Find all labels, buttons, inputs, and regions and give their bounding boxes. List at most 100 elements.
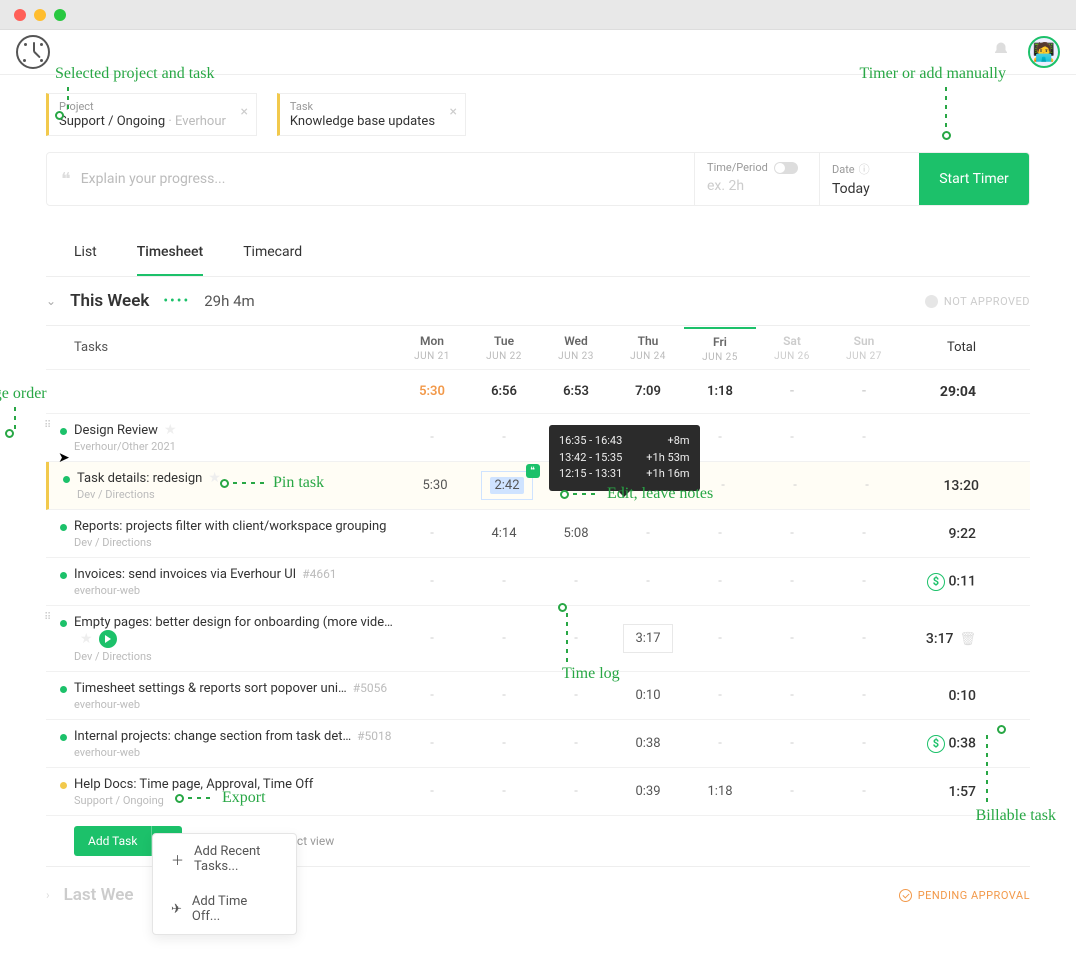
- collapse-week-icon[interactable]: ⌄: [46, 294, 56, 308]
- dropdown-add-recent[interactable]: ＋ Add Recent Tasks...: [153, 834, 296, 884]
- task-row[interactable]: Reports: projects filter with client/wor…: [46, 510, 396, 557]
- task-row[interactable]: Help Docs: Time page, Approval, Time Off…: [46, 768, 396, 815]
- window-maximize-dot[interactable]: [54, 9, 66, 21]
- time-cell[interactable]: -: [540, 688, 612, 703]
- time-cell[interactable]: -: [468, 430, 540, 445]
- time-cell[interactable]: -: [468, 631, 540, 646]
- progress-input[interactable]: ❝ Explain your progress...: [47, 153, 694, 205]
- time-cell[interactable]: -: [684, 736, 756, 751]
- time-period-field[interactable]: Time/Period ex. 2h: [694, 153, 819, 205]
- time-cell[interactable]: 5:08: [540, 526, 612, 541]
- sum-wed: 6:53: [540, 384, 612, 399]
- project-chip-close-icon[interactable]: ×: [240, 104, 247, 120]
- time-cell[interactable]: -: [396, 574, 468, 589]
- time-cell[interactable]: -: [684, 526, 756, 541]
- time-cell[interactable]: -: [756, 688, 828, 703]
- task-row[interactable]: ⠿Design Review★Everhour/Other 2021➤: [46, 414, 396, 461]
- time-cell[interactable]: -: [756, 574, 828, 589]
- time-cell[interactable]: -: [759, 478, 831, 493]
- task-sub: everhour-web: [74, 746, 396, 759]
- time-cell[interactable]: -: [540, 631, 612, 646]
- project-chip[interactable]: Project Support / Ongoing · Everhour ×: [46, 93, 257, 136]
- time-cell[interactable]: -: [540, 736, 612, 751]
- star-icon[interactable]: ★: [80, 631, 93, 647]
- star-icon[interactable]: ★: [208, 470, 221, 486]
- date-field[interactable]: Dateⓘ Today: [819, 153, 919, 205]
- time-cell[interactable]: 2:42❝: [471, 471, 543, 500]
- time-cell[interactable]: 0:39: [612, 784, 684, 799]
- sum-sat: -: [756, 384, 828, 399]
- task-name: Internal projects: change section from t…: [74, 729, 351, 744]
- dropdown-add-timeoff[interactable]: ✈ Add Time Off...: [153, 884, 296, 934]
- time-cell[interactable]: 5:30: [399, 478, 471, 493]
- time-cell[interactable]: -: [756, 430, 828, 445]
- start-timer-button[interactable]: Start Timer: [919, 153, 1029, 205]
- drag-handle-icon[interactable]: ⠿: [44, 424, 52, 428]
- time-cell[interactable]: -: [828, 688, 900, 703]
- time-cell[interactable]: 0:38: [612, 736, 684, 751]
- tab-list[interactable]: List: [74, 230, 97, 276]
- time-cell[interactable]: 3:17: [612, 624, 684, 653]
- week-total: 29h 4m: [204, 292, 254, 310]
- tab-timecard[interactable]: Timecard: [243, 230, 302, 276]
- time-cell[interactable]: -: [828, 784, 900, 799]
- time-cell[interactable]: -: [540, 784, 612, 799]
- time-cell[interactable]: -: [684, 574, 756, 589]
- trash-icon[interactable]: 🗑: [959, 632, 976, 647]
- drag-handle-icon[interactable]: ⠿: [44, 616, 52, 620]
- time-cell[interactable]: -: [468, 688, 540, 703]
- column-thu: ThuJUN 24: [612, 328, 684, 368]
- note-indicator-icon[interactable]: ❝: [526, 464, 540, 478]
- time-cell[interactable]: -: [396, 631, 468, 646]
- task-row[interactable]: Timesheet settings & reports sort popove…: [46, 672, 396, 719]
- time-cell[interactable]: -: [828, 526, 900, 541]
- time-cell[interactable]: -: [396, 688, 468, 703]
- task-row[interactable]: ⠿Empty pages: better design for onboardi…: [46, 606, 396, 671]
- time-cell[interactable]: -: [396, 526, 468, 541]
- time-cell[interactable]: -: [828, 574, 900, 589]
- annotation-change-order: Change order: [0, 385, 47, 403]
- time-cell[interactable]: -: [831, 478, 903, 493]
- app-logo[interactable]: [16, 35, 50, 69]
- time-cell[interactable]: 4:14: [468, 526, 540, 541]
- time-cell[interactable]: -: [684, 631, 756, 646]
- time-cell[interactable]: -: [468, 574, 540, 589]
- time-cell[interactable]: -: [396, 784, 468, 799]
- user-avatar[interactable]: 🧑‍💻: [1028, 36, 1060, 68]
- time-cell[interactable]: -: [396, 430, 468, 445]
- tab-timesheet[interactable]: Timesheet: [137, 230, 203, 276]
- task-chip-close-icon[interactable]: ×: [450, 104, 457, 120]
- time-cell[interactable]: -: [468, 736, 540, 751]
- time-cell[interactable]: -: [828, 631, 900, 646]
- star-icon[interactable]: ★: [164, 422, 177, 438]
- task-row[interactable]: Task details: redesign★Dev / Directions: [49, 462, 399, 509]
- time-period-toggle[interactable]: [774, 162, 798, 174]
- time-cell[interactable]: -: [468, 784, 540, 799]
- task-row[interactable]: Invoices: send invoices via Everhour UI#…: [46, 558, 396, 605]
- time-cell[interactable]: -: [612, 574, 684, 589]
- time-cell[interactable]: -: [684, 688, 756, 703]
- task-row[interactable]: Internal projects: change section from t…: [46, 720, 396, 767]
- time-cell[interactable]: -: [540, 574, 612, 589]
- task-sub: everhour-web: [74, 584, 396, 597]
- time-cell[interactable]: -: [756, 526, 828, 541]
- week-progress-dots: ••••: [163, 293, 190, 309]
- window-minimize-dot[interactable]: [34, 9, 46, 21]
- collapse-last-week-icon[interactable]: ›: [46, 888, 50, 902]
- play-icon[interactable]: [99, 630, 117, 648]
- time-cell[interactable]: -: [828, 736, 900, 751]
- window-close-dot[interactable]: [14, 9, 26, 21]
- time-cell[interactable]: 0:10: [612, 688, 684, 703]
- time-cell[interactable]: -: [396, 736, 468, 751]
- row-total: 0:10: [900, 688, 980, 704]
- time-cell[interactable]: 1:18: [684, 784, 756, 799]
- time-cell[interactable]: -: [756, 784, 828, 799]
- plus-icon: ＋: [171, 850, 184, 869]
- task-sub: Everhour/Other 2021: [74, 440, 396, 453]
- time-cell[interactable]: -: [612, 526, 684, 541]
- time-cell[interactable]: -: [828, 430, 900, 445]
- task-chip[interactable]: Task Knowledge base updates ×: [277, 93, 466, 136]
- time-cell[interactable]: -: [756, 736, 828, 751]
- time-cell[interactable]: -: [756, 631, 828, 646]
- notifications-icon[interactable]: [992, 41, 1010, 63]
